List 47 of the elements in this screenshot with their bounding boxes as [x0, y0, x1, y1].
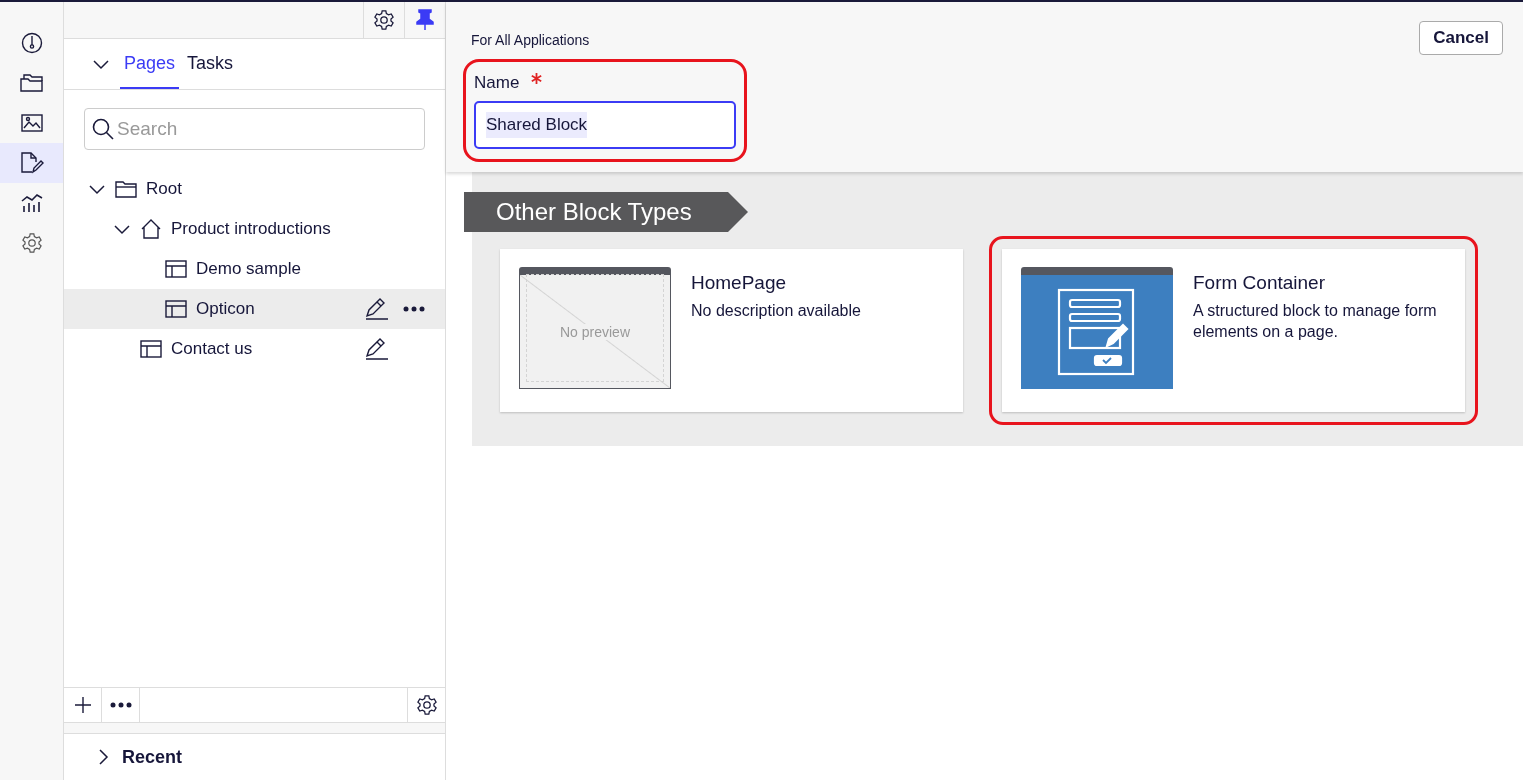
house-icon — [140, 219, 162, 239]
folder-icon — [115, 180, 137, 198]
tree-item-label: Contact us — [171, 339, 253, 359]
tree-item[interactable]: Contact us — [64, 329, 445, 369]
section-banner: Other Block Types — [464, 192, 748, 232]
tree-item[interactable]: Opticon — [64, 289, 445, 329]
gear-icon — [20, 232, 43, 254]
section-title: Recent — [122, 746, 183, 768]
plus-icon — [73, 696, 92, 714]
name-input-field[interactable]: Shared Block — [474, 101, 736, 149]
cancel-button[interactable]: Cancel — [1419, 21, 1503, 55]
layout-icon — [165, 300, 187, 318]
chart-icon — [20, 193, 43, 213]
tree-item-label: Root — [146, 179, 182, 199]
scope-label: For All Applications — [471, 32, 590, 48]
block-title: Form Container — [1193, 272, 1326, 294]
block-title: HomePage — [691, 272, 788, 294]
more-icon[interactable] — [109, 702, 132, 708]
tree-item-label: Product introductions — [171, 219, 331, 239]
pencil-icon[interactable] — [365, 298, 389, 320]
nav-button[interactable] — [0, 143, 63, 183]
tab[interactable]: Pages — [120, 39, 180, 89]
page-edit-icon — [19, 152, 44, 174]
pin-icon — [416, 9, 434, 31]
gauge-icon — [20, 32, 43, 54]
folders-icon — [19, 73, 44, 93]
layout-icon — [165, 260, 187, 278]
tree-item[interactable]: Product introductions — [64, 209, 445, 249]
field-label: Name — [474, 73, 520, 93]
block-description: No description available — [691, 301, 861, 321]
image-icon — [20, 113, 43, 133]
tree-item[interactable]: Demo sample — [64, 249, 445, 289]
more-icon[interactable] — [403, 306, 425, 312]
settings-icon — [373, 9, 395, 31]
block-type-card[interactable]: Form Container A structured block to manage form elements on a page. — [1002, 249, 1465, 412]
search-field[interactable]: Search — [84, 108, 425, 150]
recent-section-toggle[interactable]: Recent — [64, 734, 445, 780]
block-type-card[interactable]: No preview HomePage No description available — [500, 249, 963, 412]
tree-item-label: Demo sample — [196, 259, 301, 279]
tree-item-label: Opticon — [196, 299, 255, 319]
pencil-icon[interactable] — [365, 338, 389, 360]
block-description: A structured block to manage form elements on a page. — [1193, 301, 1438, 342]
layout-icon — [140, 340, 162, 358]
tab[interactable]: Tasks — [183, 39, 238, 89]
settings-icon — [415, 694, 438, 716]
tree-item[interactable]: Root — [64, 169, 445, 209]
preview-caption: No preview — [560, 323, 630, 340]
